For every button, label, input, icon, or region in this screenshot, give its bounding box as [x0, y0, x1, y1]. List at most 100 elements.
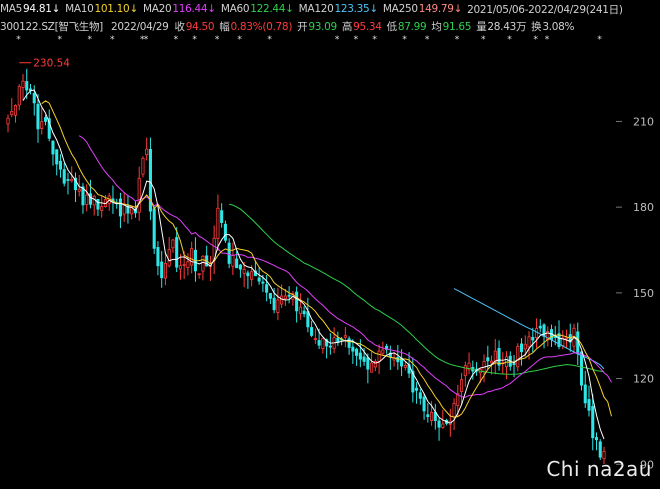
quote-info-bar: 300122.SZ[智飞生物] 2022/04/29 收 94.50 幅 0.83%(… [0, 18, 660, 35]
candle-body [430, 411, 434, 421]
event-star-marker: * [144, 35, 149, 45]
quote-item: 均 91.65 [431, 19, 471, 34]
candle-body [321, 338, 325, 350]
candle-body [265, 284, 269, 293]
candle-body [223, 223, 227, 241]
quote-label: 高 [341, 21, 353, 33]
candle-body [171, 239, 175, 249]
ma-legend-value: 101.10↓ [94, 3, 139, 15]
candle-body [167, 249, 171, 267]
event-star-marker: * [507, 35, 512, 45]
quote-value: 3.08% [542, 20, 575, 33]
candle-body [531, 336, 535, 341]
candle-body [283, 295, 287, 300]
candle-body [381, 349, 385, 354]
watermark: Chi na2au [546, 457, 652, 481]
candle-body [418, 392, 422, 399]
candle-body [145, 148, 149, 156]
candle-body [463, 365, 467, 377]
stock-code[interactable]: 300122.SZ[智飞生物] [0, 19, 103, 34]
ma-legend-item-ma5: MA5 94.81↓ [0, 3, 60, 15]
quote-label: 收 [174, 21, 186, 33]
ma-legend-item-ma20: MA20 116.44↓ [143, 3, 216, 15]
event-star-marker: * [237, 35, 242, 45]
candle-body [287, 294, 291, 297]
date-range: 2021/05/06-2022/04/29(241日) [467, 3, 623, 16]
candle-body [370, 362, 374, 373]
candle-body [43, 117, 48, 122]
candle-body [220, 210, 224, 223]
candle-body [92, 195, 96, 206]
ma20-line [78, 135, 612, 398]
candle-body [598, 441, 602, 458]
candle-body [355, 348, 359, 356]
candle-body [17, 86, 21, 106]
candle-body [362, 356, 366, 362]
event-star-marker: * [174, 35, 179, 45]
candle-body [96, 199, 100, 210]
candle-body [100, 206, 104, 211]
candle-body [426, 414, 430, 417]
candle-body [527, 336, 531, 348]
candle-body [160, 261, 164, 279]
candle-body [51, 140, 55, 155]
event-star-marker: * [481, 35, 486, 45]
ma-legend-value: 123.35↓ [334, 3, 378, 15]
ma-legend-item-ma10: MA10 101.10↓ [65, 3, 138, 15]
candle-body [36, 103, 40, 130]
candle-body [583, 384, 587, 404]
quote-item: 低 87.99 [387, 19, 427, 34]
ma-legend-value: 149.79↓ [418, 3, 463, 15]
quote-value: 93.09 [308, 20, 337, 33]
candle-body [366, 357, 370, 370]
ma-legend-label: MA20 [142, 3, 172, 15]
candle-body [178, 265, 182, 270]
quote-value: 91.65 [442, 20, 472, 33]
ma-legend-label: MA120 [298, 3, 334, 15]
quote-item: 高 95.34 [342, 19, 382, 34]
candle-body [238, 264, 242, 270]
candle-body [317, 340, 321, 346]
event-star-marker: * [455, 35, 460, 45]
candle-body [490, 360, 494, 364]
candle-body [587, 399, 591, 411]
candle-body [62, 169, 66, 184]
candle-body [523, 343, 527, 350]
y-tick-label: 180 [633, 201, 654, 214]
event-star-marker: * [354, 35, 359, 45]
candle-body [13, 105, 18, 116]
candle-body [55, 149, 59, 165]
candle-body [486, 357, 490, 362]
candle-body [70, 179, 74, 182]
candle-body [216, 207, 220, 239]
candle-body [227, 242, 231, 264]
candle-body [58, 160, 63, 170]
ma-legend-item-ma250: MA250 149.79↓ [383, 3, 463, 15]
candle-body [564, 337, 569, 340]
candle-body [77, 188, 81, 192]
candle-body [186, 261, 190, 269]
ma-legend-label: MA5 [0, 3, 23, 15]
y-tick-label: 210 [633, 115, 654, 128]
event-star-marker: * [545, 35, 550, 45]
quote-item: 换 3.08% [531, 19, 574, 34]
candle-body [497, 348, 501, 366]
candle-body [175, 237, 179, 268]
candle-body [351, 346, 355, 352]
candle-body [257, 277, 261, 282]
quote-date: 2022/04/29 [110, 20, 169, 33]
candle-body [460, 379, 464, 392]
quote-value: 95.34 [353, 20, 382, 33]
event-star-marker: * [192, 35, 197, 45]
candle-body [250, 271, 254, 280]
candlestick-chart[interactable]: 21018015012090* * * * * * * * * * * * * * * * * * * * * *230.… [0, 35, 660, 489]
event-star-marker: * [402, 35, 407, 45]
candle-body [579, 351, 584, 386]
candle-body [422, 396, 426, 412]
candle-body [415, 387, 419, 391]
ma10-line [41, 100, 612, 418]
quote-item: 收 94.50 [175, 19, 215, 34]
candle-body [137, 177, 141, 213]
y-tick-label: 120 [633, 373, 654, 386]
quote-label: 换 [531, 21, 542, 33]
